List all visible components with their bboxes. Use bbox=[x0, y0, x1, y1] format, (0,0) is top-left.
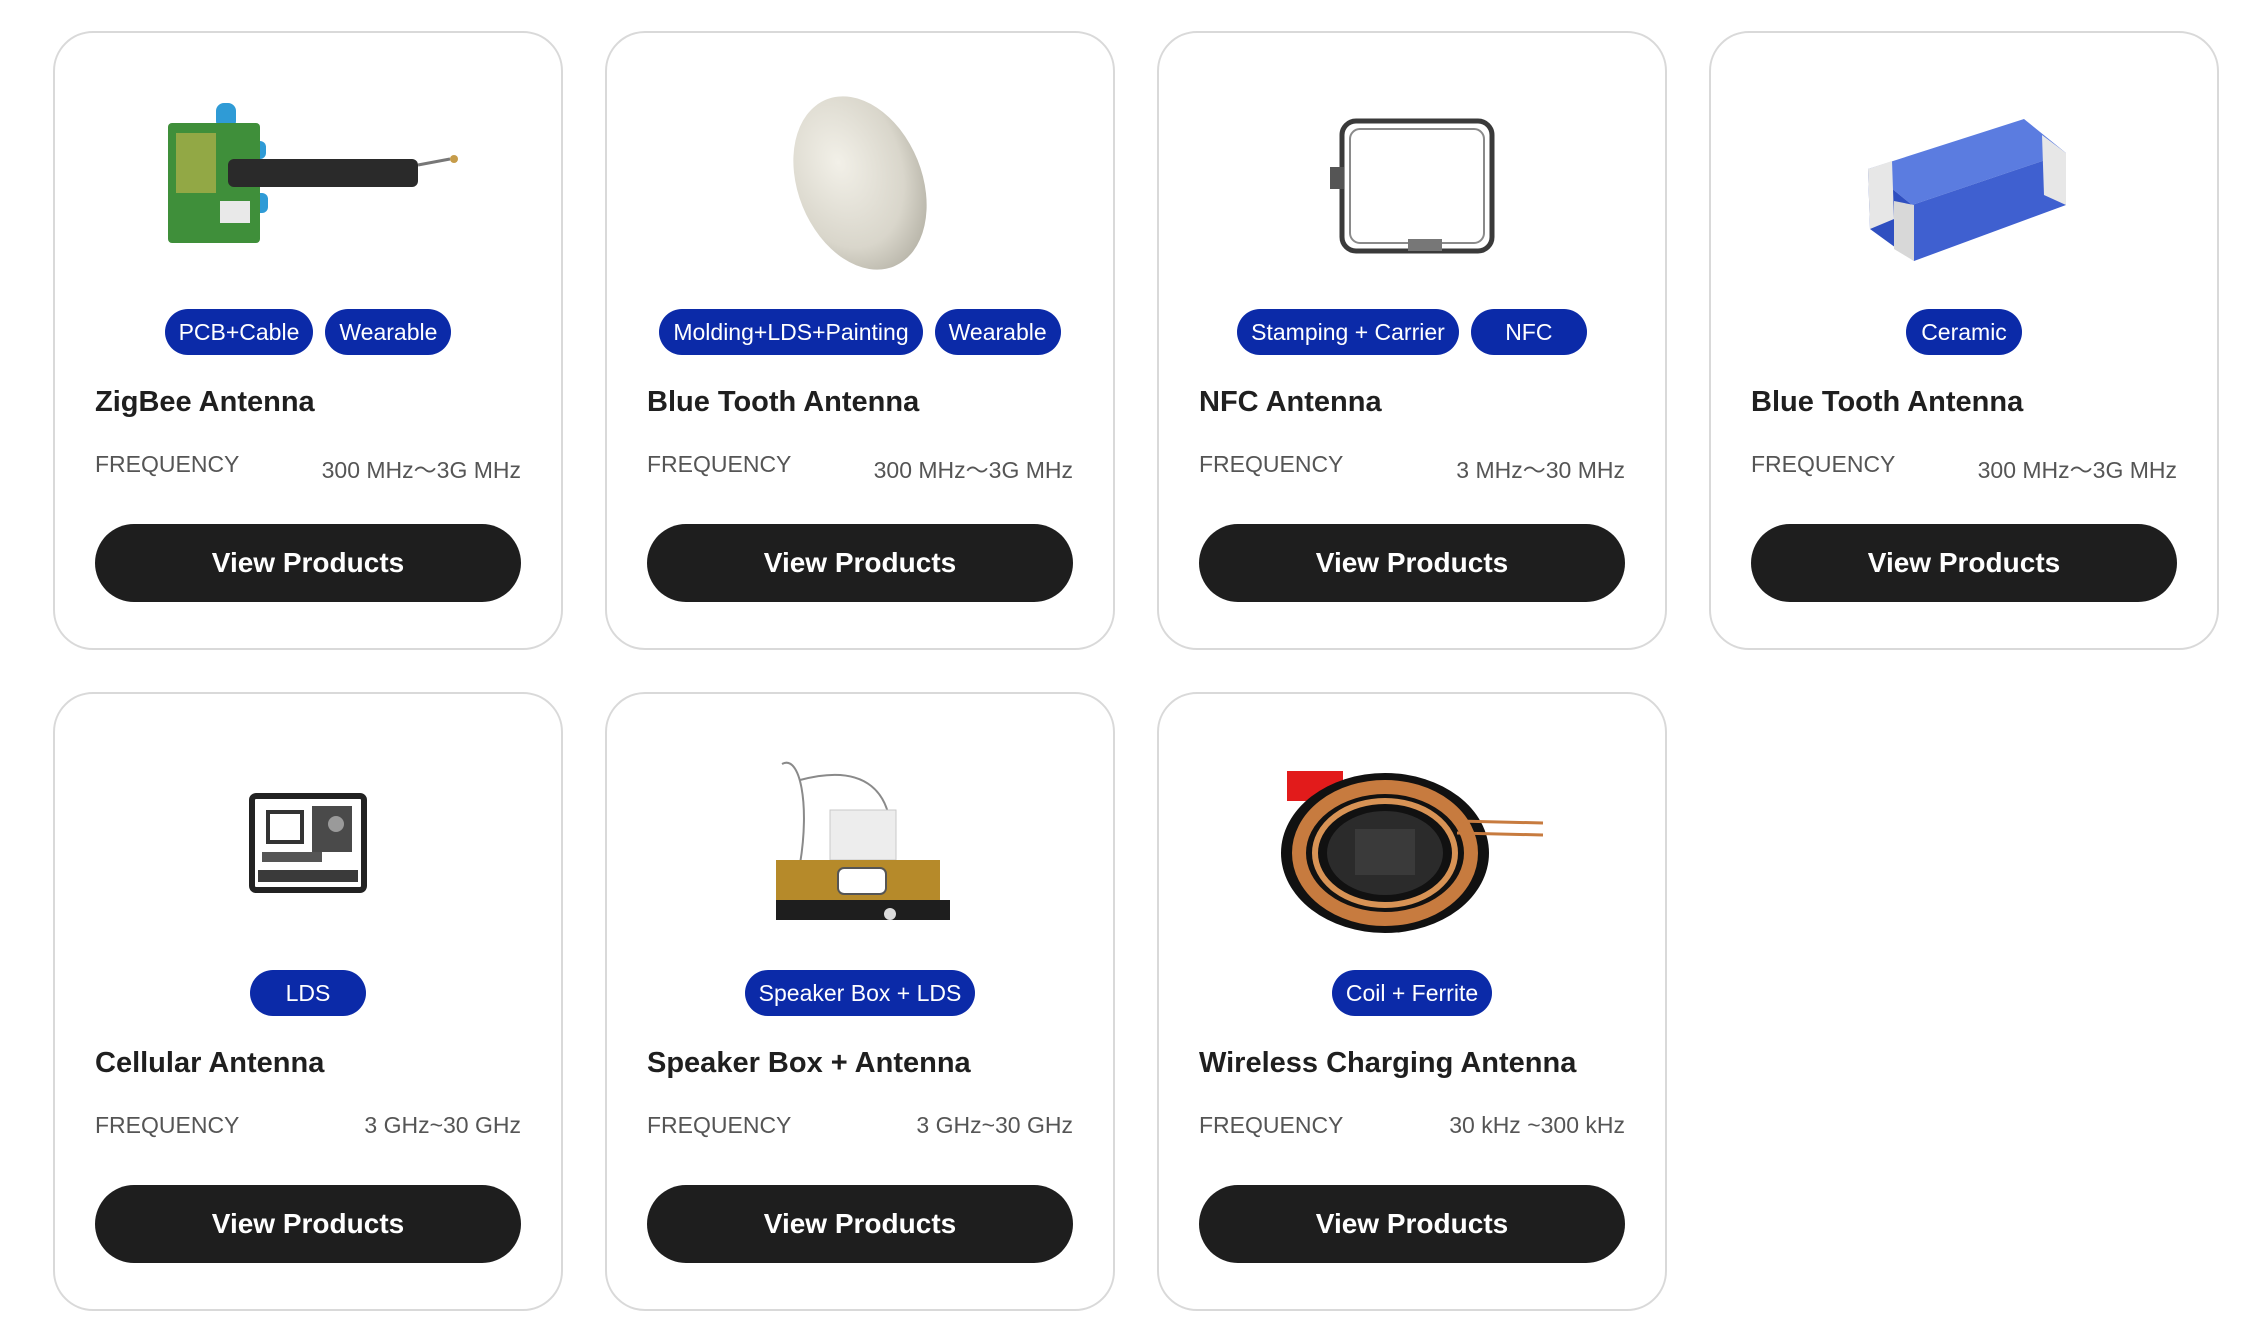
product-card: PCB+Cable Wearable ZigBee Antenna FREQUE… bbox=[53, 31, 563, 650]
product-title: Cellular Antenna bbox=[95, 1047, 325, 1079]
frequency-value: 3 GHz~30 GHz bbox=[364, 1112, 521, 1138]
wireless-charging-coil-image[interactable] bbox=[1159, 724, 1665, 964]
frequency-label: FREQUENCY bbox=[1199, 1112, 1344, 1138]
tag-list: Ceramic bbox=[1711, 309, 2217, 355]
product-card: LDS Cellular Antenna FREQUENCY 3 GHz~30 … bbox=[53, 692, 563, 1311]
product-title: Blue Tooth Antenna bbox=[647, 386, 920, 418]
category-tag[interactable]: Wearable bbox=[325, 309, 452, 355]
frequency-label: FREQUENCY bbox=[647, 1112, 792, 1138]
frequency-value: 300 MHz～3G MHz bbox=[321, 457, 521, 483]
category-tag[interactable]: Wearable bbox=[934, 309, 1061, 355]
frequency-row: FREQUENCY 30 kHz ~300 kHz bbox=[1199, 1112, 1625, 1139]
bluetooth-antenna-molded-image[interactable] bbox=[607, 63, 1113, 303]
category-tag[interactable]: PCB+Cable bbox=[164, 309, 314, 355]
product-card: Speaker Box + LDS Speaker Box + Antenna … bbox=[605, 692, 1115, 1311]
view-products-button[interactable]: View Products bbox=[1199, 524, 1625, 602]
frequency-value: 3 MHz～30 MHz bbox=[1456, 457, 1625, 483]
frequency-row: FREQUENCY 3 GHz~30 GHz bbox=[647, 1112, 1073, 1139]
speaker-box-antenna-image[interactable] bbox=[607, 724, 1113, 964]
product-card: Coil + Ferrite Wireless Charging Antenna… bbox=[1157, 692, 1667, 1311]
view-products-button[interactable]: View Products bbox=[1199, 1185, 1625, 1263]
frequency-value: 300 MHz～3G MHz bbox=[873, 457, 1073, 483]
tag-list: LDS bbox=[55, 970, 561, 1016]
cellular-antenna-image[interactable] bbox=[55, 724, 561, 964]
category-tag[interactable]: NFC bbox=[1470, 309, 1587, 355]
frequency-row: FREQUENCY 300 MHz～3G MHz bbox=[95, 451, 521, 485]
product-card: Ceramic Blue Tooth Antenna FREQUENCY 300… bbox=[1709, 31, 2219, 650]
frequency-label: FREQUENCY bbox=[647, 451, 792, 477]
category-tag[interactable]: Speaker Box + LDS bbox=[744, 970, 976, 1016]
tag-list: Coil + Ferrite bbox=[1159, 970, 1665, 1016]
frequency-label: FREQUENCY bbox=[1751, 451, 1896, 477]
frequency-row: FREQUENCY 300 MHz～3G MHz bbox=[1751, 451, 2177, 485]
zigbee-antenna-image[interactable] bbox=[55, 63, 561, 303]
frequency-value: 30 kHz ~300 kHz bbox=[1449, 1112, 1625, 1138]
product-title: Wireless Charging Antenna bbox=[1199, 1047, 1577, 1079]
tag-list: PCB+Cable Wearable bbox=[55, 309, 561, 355]
view-products-button[interactable]: View Products bbox=[647, 524, 1073, 602]
category-tag[interactable]: Coil + Ferrite bbox=[1331, 970, 1493, 1016]
tag-list: Molding+LDS+Painting Wearable bbox=[607, 309, 1113, 355]
product-title: Speaker Box + Antenna bbox=[647, 1047, 971, 1079]
frequency-value: 300 MHz～3G MHz bbox=[1977, 457, 2177, 483]
frequency-row: FREQUENCY 3 MHz～30 MHz bbox=[1199, 451, 1625, 485]
product-card: Molding+LDS+Painting Wearable Blue Tooth… bbox=[605, 31, 1115, 650]
view-products-button[interactable]: View Products bbox=[647, 1185, 1073, 1263]
category-tag[interactable]: LDS bbox=[250, 970, 366, 1016]
view-products-button[interactable]: View Products bbox=[95, 1185, 521, 1263]
product-title: ZigBee Antenna bbox=[95, 386, 315, 418]
category-tag[interactable]: Stamping + Carrier bbox=[1237, 309, 1459, 355]
product-grid: PCB+Cable Wearable ZigBee Antenna FREQUE… bbox=[53, 31, 2219, 1311]
category-tag[interactable]: Ceramic bbox=[1906, 309, 2022, 355]
view-products-button[interactable]: View Products bbox=[1751, 524, 2177, 602]
frequency-label: FREQUENCY bbox=[95, 1112, 240, 1138]
frequency-row: FREQUENCY 3 GHz~30 GHz bbox=[95, 1112, 521, 1139]
frequency-label: FREQUENCY bbox=[95, 451, 240, 477]
tag-list: Speaker Box + LDS bbox=[607, 970, 1113, 1016]
product-title: Blue Tooth Antenna bbox=[1751, 386, 2024, 418]
product-card: Stamping + Carrier NFC NFC Antenna FREQU… bbox=[1157, 31, 1667, 650]
view-products-button[interactable]: View Products bbox=[95, 524, 521, 602]
product-title: NFC Antenna bbox=[1199, 386, 1382, 418]
bluetooth-antenna-ceramic-image[interactable] bbox=[1711, 63, 2217, 303]
nfc-antenna-image[interactable] bbox=[1159, 63, 1665, 303]
tag-list: Stamping + Carrier NFC bbox=[1159, 309, 1665, 355]
frequency-label: FREQUENCY bbox=[1199, 451, 1344, 477]
frequency-value: 3 GHz~30 GHz bbox=[916, 1112, 1073, 1138]
frequency-row: FREQUENCY 300 MHz～3G MHz bbox=[647, 451, 1073, 485]
category-tag[interactable]: Molding+LDS+Painting bbox=[659, 309, 923, 355]
